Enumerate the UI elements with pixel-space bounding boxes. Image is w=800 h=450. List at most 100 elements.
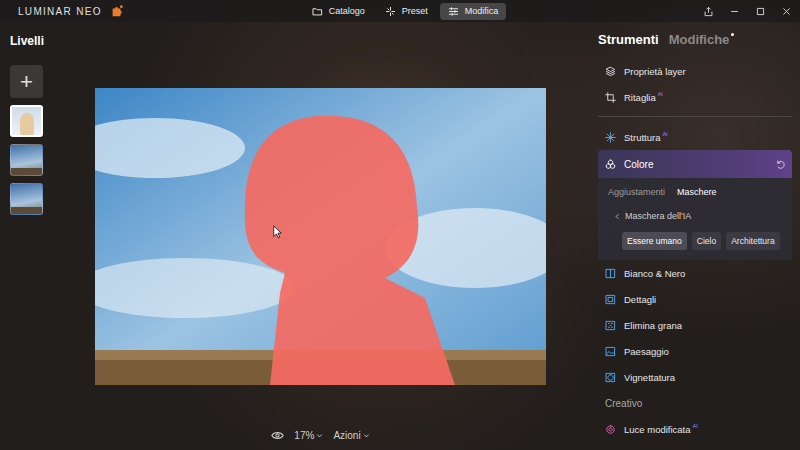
panel-tabs: Strumenti Modifiche [598, 32, 792, 58]
relight-icon [605, 424, 616, 435]
canvas-area: 17% Azioni [95, 22, 546, 450]
puzzle-icon[interactable] [110, 4, 124, 18]
main-tab[interactable]: Catalogo [304, 3, 373, 20]
tool-list: Proprietà layerRitagliaAIStrutturaAIColo… [598, 58, 792, 442]
actions-dropdown[interactable]: Azioni [333, 430, 369, 441]
section-heading: Creativo [598, 390, 792, 416]
layers-title: Livelli [10, 34, 95, 48]
masked-photo [95, 88, 546, 385]
modified-dot [731, 33, 734, 36]
reset-icon[interactable] [775, 159, 786, 170]
tool-row[interactable]: Proprietà layer [598, 58, 792, 84]
details-icon [605, 294, 616, 305]
photo-canvas[interactable] [95, 88, 546, 385]
chevron-down-icon [316, 432, 323, 439]
tool-block: RitagliaAI [598, 84, 792, 110]
ai-badge: AI [693, 423, 698, 429]
ground-strip [11, 207, 42, 214]
tool-row[interactable]: Elimina grana [598, 312, 792, 338]
eye-icon[interactable] [271, 429, 284, 442]
settings-tab[interactable]: Aggiustamenti [608, 187, 665, 197]
tool-row[interactable]: Bianco & Nero [598, 260, 792, 286]
ai-badge: AI [662, 131, 667, 137]
color-circles-icon [605, 159, 616, 170]
tool-row[interactable]: Colore [598, 150, 792, 178]
crop-icon [605, 92, 616, 103]
actions-label: Azioni [333, 430, 360, 441]
maximize-icon[interactable] [755, 6, 766, 17]
mask-title: Maschera dell'IA [625, 211, 691, 221]
structure-icon [605, 132, 616, 143]
ai-badge: AI [658, 91, 663, 97]
folder-icon [312, 6, 323, 17]
tool-label: Ritaglia [624, 92, 656, 103]
layer-thumbnail[interactable] [10, 144, 43, 176]
app-logo: LUMINAR NEO [18, 4, 304, 18]
main-tabs: Catalogo Preset Modifica [304, 3, 507, 20]
layer-thumbnail[interactable] [10, 105, 43, 137]
mask-chip[interactable]: Essere umano [622, 232, 687, 250]
main-tab-label: Preset [402, 6, 428, 16]
landscape-icon [605, 346, 616, 357]
tool-settings: Aggiustamenti Maschere Maschera dell'IA Ess… [598, 178, 792, 260]
black-white-icon [605, 268, 616, 279]
zoom-dropdown[interactable]: 17% [294, 430, 323, 441]
panel-tab[interactable]: Modifiche [669, 32, 735, 47]
tool-row[interactable]: Paesaggio [598, 338, 792, 364]
sparkle-icon [385, 6, 396, 17]
mask-back-button[interactable]: Maschera dell'IA [608, 204, 782, 228]
add-layer-button[interactable]: + [10, 65, 43, 98]
layer-thumbnail[interactable] [10, 183, 43, 215]
chevron-left-icon [614, 213, 621, 220]
mouse-cursor-icon [273, 225, 282, 239]
tool-block: StrutturaAI [598, 124, 792, 150]
tool-block: Vignettatura [598, 364, 792, 390]
tool-label: Dettagli [624, 294, 656, 305]
mask-options: Essere umano Cielo Architettura [608, 232, 782, 250]
tools-panel: StrumentiModificheProprietà layerRitagli… [598, 22, 800, 450]
main-tab-label: Catalogo [329, 6, 365, 16]
panel-tab[interactable]: Strumenti [598, 32, 659, 47]
workspace: Livelli +17% Azioni Strumenti Modifiche Propr… [0, 22, 800, 450]
tool-label: Struttura [624, 132, 660, 143]
title-bar: LUMINAR NEO Catalogo Preset Modifica [0, 0, 800, 22]
portrait-figure [20, 113, 34, 135]
tool-row[interactable]: Dettagli [598, 286, 792, 312]
main-tab[interactable]: Preset [377, 3, 436, 20]
ground-strip [11, 168, 42, 175]
settings-tab[interactable]: Maschere [677, 187, 717, 197]
tool-label: Vignettatura [624, 372, 675, 383]
tool-block: Paesaggio [598, 338, 792, 364]
layers-icon [605, 66, 616, 77]
panel-tab-label: Modifiche [669, 32, 730, 47]
luminar-neo-window: LUMINAR NEO Catalogo Preset Modifica Livelli… [0, 0, 800, 450]
main-tab-label: Modifica [465, 6, 499, 16]
mask-chip[interactable]: Cielo [692, 232, 721, 250]
tool-block: Colore Aggiustamenti Maschere Maschera dell… [598, 150, 792, 260]
chevron-down-icon [363, 432, 370, 439]
tool-label: Elimina grana [624, 320, 682, 331]
view-bar: 17% Azioni [95, 429, 546, 442]
tool-block: Dettagli [598, 286, 792, 312]
denoise-icon [605, 320, 616, 331]
window-controls [506, 6, 792, 17]
vignette-icon [605, 372, 616, 383]
tool-row[interactable]: Vignettatura [598, 364, 792, 390]
tool-label: Paesaggio [624, 346, 669, 357]
main-tab[interactable]: Modifica [440, 3, 507, 20]
close-icon[interactable] [781, 6, 792, 17]
tool-block: Bianco & Nero [598, 260, 792, 286]
tool-row[interactable]: RitagliaAI [598, 84, 792, 110]
logo-text: LUMINAR NEO [18, 6, 102, 17]
tool-block: Luce modificataAI [598, 416, 792, 442]
panel-tab-label: Strumenti [598, 32, 659, 47]
tool-row[interactable]: StrutturaAI [598, 124, 792, 150]
mask-chip[interactable]: Architettura [726, 232, 779, 250]
tool-row[interactable]: Luce modificataAI [598, 416, 792, 442]
tool-label: Luce modificata [624, 424, 691, 435]
minimize-icon[interactable] [729, 6, 740, 17]
tool-block: Proprietà layer [598, 58, 792, 84]
layers-panel: Livelli + [0, 22, 95, 450]
share-icon[interactable] [703, 6, 714, 17]
zoom-value: 17% [294, 430, 314, 441]
